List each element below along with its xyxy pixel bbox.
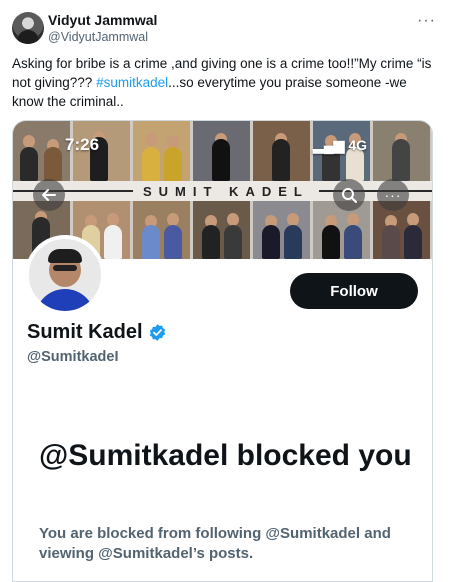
- banner-photo: [133, 121, 190, 181]
- profile-handle: @SumitkadeI: [27, 349, 119, 365]
- profile-avatar[interactable]: [25, 235, 105, 315]
- search-button[interactable]: [333, 179, 365, 211]
- profile-name-row: Sumit Kadel: [27, 321, 167, 344]
- blocked-title: @Sumitkadel blocked you: [39, 439, 412, 472]
- arrow-left-icon: [42, 189, 56, 201]
- banner-photo: [313, 201, 370, 259]
- attached-screenshot[interactable]: SUMIT KADEL 7:26 ▂▄▆ 4G ··· Follow Sumit…: [12, 120, 433, 582]
- banner-photo: [373, 201, 430, 259]
- status-network: 4G: [348, 137, 368, 153]
- banner-title: SUMIT KADEL: [143, 183, 309, 199]
- tweet-text: Asking for bribe is a crime ,and giving …: [12, 54, 438, 111]
- tweet-header: Vidyut Jammwal @VidyutJammwal ···: [12, 10, 442, 50]
- author-info: Vidyut Jammwal @VidyutJammwal: [48, 12, 157, 46]
- banner-photo: [253, 201, 310, 259]
- banner-photo: [373, 121, 430, 181]
- banner-photo: [193, 201, 250, 259]
- profile-name: Sumit Kadel: [27, 321, 143, 343]
- blocked-description: You are blocked from following @Sumitkad…: [39, 525, 391, 562]
- status-time: 7:26: [65, 135, 100, 154]
- back-button[interactable]: [33, 179, 65, 211]
- profile-menu-button[interactable]: ···: [377, 179, 409, 211]
- status-signal: ▂▄▆ 4G: [313, 137, 368, 153]
- banner-photo: [133, 201, 190, 259]
- search-icon: [342, 188, 357, 203]
- follow-button[interactable]: Follow: [290, 273, 418, 309]
- author-handle[interactable]: @VidyutJammwal: [48, 29, 157, 46]
- more-horizontal-icon: ···: [384, 187, 402, 203]
- banner-photo: [13, 121, 70, 181]
- hashtag-link[interactable]: #sumitkadel: [96, 75, 168, 90]
- author-name[interactable]: Vidyut Jammwal: [48, 12, 157, 29]
- more-horizontal-icon[interactable]: ···: [417, 12, 436, 30]
- author-avatar[interactable]: [12, 12, 44, 44]
- banner-photo: [193, 121, 250, 181]
- banner-photo: [253, 121, 310, 181]
- banner-strip: SUMIT KADEL: [13, 181, 432, 201]
- verified-badge-icon: [149, 324, 165, 341]
